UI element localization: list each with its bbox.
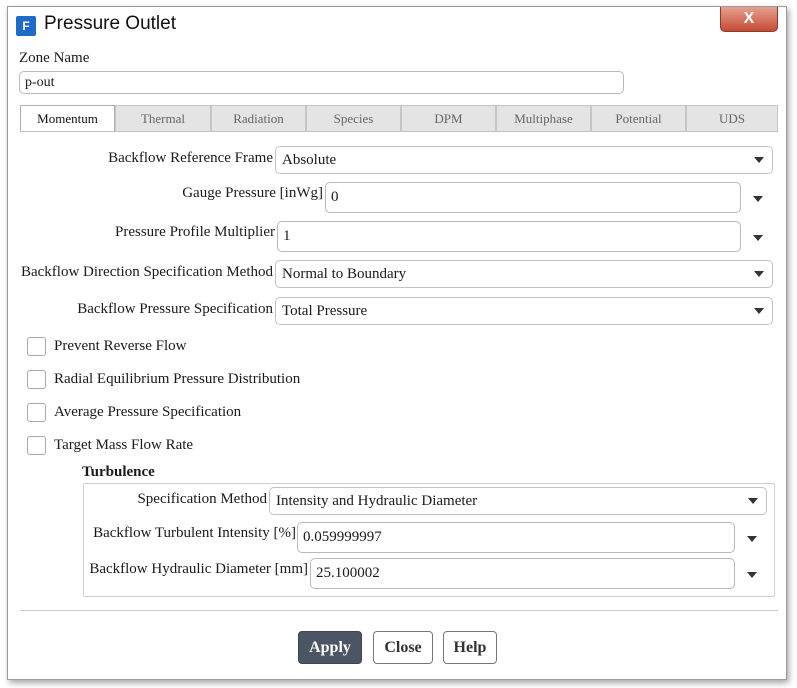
backflow-turbulent-intensity-input[interactable]: 0.059999997 <box>297 522 735 553</box>
tab-multiphase[interactable]: Multiphase <box>496 105 591 131</box>
target-mass-flow-label: Target Mass Flow Rate <box>54 437 194 453</box>
backflow-pressure-spec-dropdown[interactable]: Total Pressure <box>275 297 773 325</box>
title-bar: F Pressure Outlet X <box>8 7 786 45</box>
zone-name-label: Zone Name <box>19 50 90 66</box>
pressure-profile-options-chevron-icon[interactable] <box>753 235 763 241</box>
tab-bar: Momentum Thermal Radiation Species DPM M… <box>20 105 778 132</box>
app-icon: F <box>16 16 36 36</box>
backflow-reference-frame-value: Absolute <box>282 152 337 168</box>
specification-method-label: Specification Method <box>137 491 267 507</box>
backflow-pressure-spec-label: Backflow Pressure Specification <box>77 301 273 317</box>
help-button[interactable]: Help <box>443 631 497 664</box>
apply-button[interactable]: Apply <box>298 631 362 664</box>
backflow-hydraulic-diameter-label: Backflow Hydraulic Diameter [mm] <box>89 561 308 577</box>
tab-momentum[interactable]: Momentum <box>20 105 115 132</box>
tab-underline <box>20 131 778 132</box>
pressure-profile-multiplier-label: Pressure Profile Multiplier <box>115 224 275 240</box>
tab-species[interactable]: Species <box>306 105 401 131</box>
gauge-pressure-label: Gauge Pressure [inWg] <box>182 185 323 201</box>
chevron-down-icon <box>754 308 764 314</box>
backflow-pressure-spec-value: Total Pressure <box>282 303 368 319</box>
hydraulic-diameter-options-chevron-icon[interactable] <box>747 572 757 578</box>
backflow-direction-value: Normal to Boundary <box>282 266 407 282</box>
tab-potential[interactable]: Potential <box>591 105 686 131</box>
gauge-pressure-options-chevron-icon[interactable] <box>753 196 763 202</box>
backflow-direction-label: Backflow Direction Specification Method <box>20 264 273 280</box>
specification-method-dropdown[interactable]: Intensity and Hydraulic Diameter <box>269 487 767 515</box>
backflow-turbulent-intensity-label: Backflow Turbulent Intensity [%] <box>93 525 296 541</box>
tab-dpm[interactable]: DPM <box>401 105 496 131</box>
radial-equilibrium-checkbox[interactable] <box>27 370 46 389</box>
backflow-hydraulic-diameter-input[interactable]: 25.100002 <box>310 558 735 589</box>
average-pressure-spec-label: Average Pressure Specification <box>54 404 242 420</box>
backflow-reference-frame-dropdown[interactable]: Absolute <box>275 146 773 174</box>
tab-uds[interactable]: UDS <box>686 105 778 131</box>
gauge-pressure-input[interactable]: 0 <box>325 182 741 213</box>
chevron-down-icon <box>754 271 764 277</box>
close-button[interactable]: Close <box>373 631 433 664</box>
chevron-down-icon <box>748 498 758 504</box>
chevron-down-icon <box>754 157 764 163</box>
turbulent-intensity-options-chevron-icon[interactable] <box>747 536 757 542</box>
turbulence-heading: Turbulence <box>82 464 155 480</box>
target-mass-flow-checkbox[interactable] <box>27 436 46 455</box>
prevent-reverse-flow-label: Prevent Reverse Flow <box>54 338 187 354</box>
pressure-profile-multiplier-input[interactable]: 1 <box>277 221 741 252</box>
footer-separator <box>20 610 778 611</box>
backflow-direction-dropdown[interactable]: Normal to Boundary <box>275 260 773 288</box>
average-pressure-spec-checkbox[interactable] <box>27 403 46 422</box>
pressure-outlet-dialog: F Pressure Outlet X Zone Name p-out Mome… <box>7 6 787 680</box>
radial-equilibrium-label: Radial Equilibrium Pressure Distribution <box>54 371 301 387</box>
specification-method-value: Intensity and Hydraulic Diameter <box>276 493 478 509</box>
window-close-button[interactable]: X <box>720 7 778 32</box>
window-title: Pressure Outlet <box>44 13 176 34</box>
prevent-reverse-flow-checkbox[interactable] <box>27 337 46 356</box>
zone-name-input[interactable]: p-out <box>19 71 624 94</box>
tab-thermal[interactable]: Thermal <box>115 105 211 131</box>
tab-radiation[interactable]: Radiation <box>211 105 306 131</box>
backflow-reference-frame-label: Backflow Reference Frame <box>108 150 273 166</box>
